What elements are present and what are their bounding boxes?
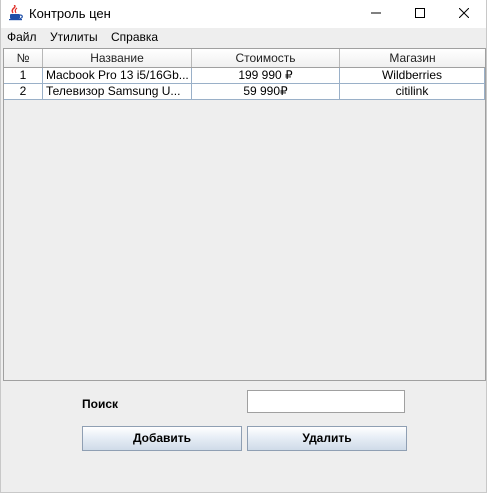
cell-price[interactable]: 59 990₽ (192, 84, 340, 100)
window-title: Контроль цен (29, 6, 111, 21)
main-window: Контроль цен Файл Утилиты Справка № Назв… (0, 0, 487, 493)
table-row[interactable]: 2 Телевизор Samsung U... 59 990₽ citilin… (4, 84, 485, 100)
menu-file[interactable]: Файл (7, 30, 37, 44)
menu-bar: Файл Утилиты Справка (1, 28, 486, 46)
minimize-icon (371, 7, 381, 21)
price-table[interactable]: № Название Стоимость Магазин 1 Macbook P… (3, 48, 486, 381)
cell-number[interactable]: 2 (4, 84, 43, 100)
column-header-number[interactable]: № (4, 49, 43, 67)
cell-name[interactable]: Macbook Pro 13 i5/16Gb... (43, 68, 192, 84)
search-input[interactable] (247, 390, 405, 413)
search-label: Поиск (82, 397, 119, 411)
column-header-price[interactable]: Стоимость (192, 49, 340, 67)
title-bar[interactable]: Контроль цен (1, 0, 486, 28)
table-header: № Название Стоимость Магазин (4, 49, 485, 68)
cell-number[interactable]: 1 (4, 68, 43, 84)
close-button[interactable] (442, 0, 486, 28)
cell-price[interactable]: 199 990 ₽ (192, 68, 340, 84)
maximize-icon (415, 7, 425, 21)
column-header-name[interactable]: Название (43, 49, 192, 67)
java-cup-icon (8, 4, 24, 21)
cell-name[interactable]: Телевизор Samsung U... (43, 84, 192, 100)
cell-store[interactable]: citilink (340, 84, 485, 100)
minimize-button[interactable] (354, 0, 398, 28)
menu-help[interactable]: Справка (111, 30, 158, 44)
delete-button[interactable]: Удалить (247, 426, 407, 451)
add-button[interactable]: Добавить (82, 426, 242, 451)
column-header-store[interactable]: Магазин (340, 49, 485, 67)
cell-store[interactable]: Wildberries (340, 68, 485, 84)
menu-utilities[interactable]: Утилиты (50, 30, 98, 44)
table-row[interactable]: 1 Macbook Pro 13 i5/16Gb... 199 990 ₽ Wi… (4, 68, 485, 84)
close-icon (458, 7, 470, 21)
maximize-button[interactable] (398, 0, 442, 28)
